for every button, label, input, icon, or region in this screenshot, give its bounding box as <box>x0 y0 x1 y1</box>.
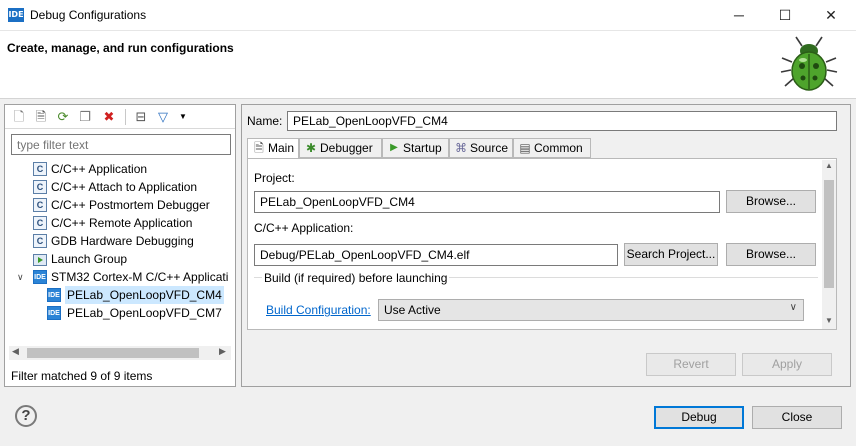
name-label: Name: <box>247 114 283 128</box>
name-input[interactable]: PELab_OpenLoopVFD_CM4 <box>287 111 837 131</box>
bug-icon: ✱ <box>305 141 317 155</box>
tab-main[interactable]: 🗎 Main <box>247 138 299 159</box>
revert-button[interactable]: Revert <box>646 353 736 376</box>
title-bar: IDE Debug Configurations ─ ☐ ✕ <box>0 0 856 31</box>
tree-item-label: C/C++ Postmortem Debugger <box>51 198 210 212</box>
scroll-right-icon[interactable]: ▶ <box>219 346 226 357</box>
horizontal-scrollbar[interactable]: ◀ ▶ <box>9 346 231 360</box>
duplicate-icon[interactable]: ❐ <box>77 109 93 125</box>
new-prototype-icon[interactable]: 🗎 <box>33 109 49 125</box>
application-browse-button[interactable]: Browse... <box>726 243 816 266</box>
project-browse-button[interactable]: Browse... <box>726 190 816 213</box>
tree-item-label: C/C++ Attach to Application <box>51 180 198 194</box>
source-icon: ⌘ <box>455 141 467 155</box>
configuration-list-panel: 🗋 🗎 ⟳ ❐ ✖ ⊟ ▽ ▼ C C/C++ Application C C/… <box>4 104 236 387</box>
application-input[interactable]: Debug/PELab_OpenLoopVFD_CM4.elf <box>254 244 618 266</box>
tab-label: Debugger <box>320 141 373 155</box>
dropdown-icon[interactable]: ▼ <box>175 109 191 125</box>
scrollbar-thumb[interactable] <box>27 348 199 358</box>
export-icon[interactable]: ⟳ <box>55 109 71 125</box>
build-configuration-select[interactable]: Use Active ∨ <box>378 299 804 321</box>
tree-item-label: C/C++ Remote Application <box>51 216 193 230</box>
common-icon: ▤ <box>519 141 531 155</box>
tab-debugger[interactable]: ✱ Debugger <box>299 138 382 158</box>
maximize-button[interactable]: ☐ <box>762 0 808 31</box>
help-icon[interactable]: ? <box>15 405 37 427</box>
tree-item-gdb-hardware[interactable]: C GDB Hardware Debugging <box>5 232 235 250</box>
tab-label: Common <box>534 141 583 155</box>
tree-item-label: Launch Group <box>51 252 128 266</box>
dialog-header: Create, manage, and run configurations <box>0 31 856 99</box>
tree-item-label: PELab_OpenLoopVFD_CM4 <box>65 286 224 304</box>
tree-item-cpp-postmortem[interactable]: C C/C++ Postmortem Debugger <box>5 196 235 214</box>
apply-button[interactable]: Apply <box>742 353 832 376</box>
tab-common[interactable]: ▤ Common <box>513 138 591 158</box>
main-tab-content: Project: PELab_OpenLoopVFD_CM4 Browse...… <box>247 158 837 330</box>
debug-bug-icon <box>780 36 838 91</box>
tree-item-launch-group[interactable]: Launch Group <box>5 250 235 268</box>
c-config-icon: C <box>33 234 47 248</box>
tree-item-label: C/C++ Application <box>51 162 148 176</box>
main-tab-icon: 🗎 <box>254 141 264 155</box>
scroll-down-icon[interactable]: ▼ <box>825 316 833 325</box>
tree-item-pelab-cm7[interactable]: IDE PELab_OpenLoopVFD_CM7 <box>5 304 235 322</box>
c-config-icon: C <box>33 180 47 194</box>
filter-status: Filter matched 9 of 9 items <box>11 369 153 383</box>
tree-item-label: PELab_OpenLoopVFD_CM7 <box>67 306 222 320</box>
launch-group-icon <box>33 253 47 266</box>
tree-item-label: GDB Hardware Debugging <box>51 234 194 248</box>
stm32-ide-icon: IDE <box>47 288 61 302</box>
project-label: Project: <box>254 171 295 185</box>
filter-icon[interactable]: ▽ <box>155 109 171 125</box>
tree-item-cpp-application[interactable]: C C/C++ Application <box>5 160 235 178</box>
tab-label: Source <box>470 141 509 155</box>
collapse-all-icon[interactable]: ⊟ <box>133 109 149 125</box>
minimize-button[interactable]: ─ <box>716 0 762 31</box>
tree-item-pelab-cm4[interactable]: IDE PELab_OpenLoopVFD_CM4 <box>5 286 235 304</box>
toolbar-separator <box>125 109 126 125</box>
delete-icon[interactable]: ✖ <box>101 109 117 125</box>
tree-item-cpp-remote[interactable]: C C/C++ Remote Application <box>5 214 235 232</box>
configuration-editor-panel: Name: PELab_OpenLoopVFD_CM4 🗎 Main ✱ Deb… <box>241 104 851 387</box>
search-project-button[interactable]: Search Project... <box>624 243 718 266</box>
config-toolbar: 🗋 🗎 ⟳ ❐ ✖ ⊟ ▽ ▼ <box>5 105 235 129</box>
tab-startup[interactable]: ▶ Startup <box>382 138 449 158</box>
app-icon: IDE <box>8 8 24 22</box>
close-window-button[interactable]: ✕ <box>808 0 854 31</box>
c-config-icon: C <box>33 198 47 212</box>
new-config-icon[interactable]: 🗋 <box>11 109 27 125</box>
header-title: Create, manage, and run configurations <box>7 41 234 55</box>
build-group-label: Build (if required) before launching <box>262 271 450 285</box>
tree-item-cpp-attach[interactable]: C C/C++ Attach to Application <box>5 178 235 196</box>
chevron-down-icon[interactable]: ∨ <box>17 268 24 286</box>
build-configuration-link[interactable]: Build Configuration: <box>266 303 371 317</box>
tree-item-stm32-cortex-m[interactable]: ∨ IDE STM32 Cortex-M C/C++ Applicati <box>5 268 235 286</box>
project-input[interactable]: PELab_OpenLoopVFD_CM4 <box>254 191 720 213</box>
config-tabs: 🗎 Main ✱ Debugger ▶ Startup ⌘ Source ▤ C… <box>247 138 837 159</box>
stm32-ide-icon: IDE <box>33 270 47 284</box>
debug-button[interactable]: Debug <box>654 406 744 429</box>
scrollbar-thumb[interactable] <box>824 180 834 288</box>
application-label: C/C++ Application: <box>254 221 354 235</box>
tab-label: Startup <box>403 141 442 155</box>
c-config-icon: C <box>33 216 47 230</box>
filter-input[interactable] <box>11 134 231 155</box>
chevron-down-icon: ∨ <box>789 302 797 313</box>
stm32-ide-icon: IDE <box>47 306 61 320</box>
play-icon: ▶ <box>390 142 398 153</box>
tree-item-label: STM32 Cortex-M C/C++ Applicati <box>51 270 229 284</box>
tab-source[interactable]: ⌘ Source <box>449 138 513 158</box>
tab-label: Main <box>268 141 295 155</box>
vertical-scrollbar[interactable]: ▲ ▼ <box>822 160 836 329</box>
close-button[interactable]: Close <box>752 406 842 429</box>
scroll-up-icon[interactable]: ▲ <box>825 161 833 170</box>
c-config-icon: C <box>33 162 47 176</box>
build-configuration-value: Use Active <box>384 303 441 317</box>
window-title: Debug Configurations <box>30 8 147 22</box>
scroll-left-icon[interactable]: ◀ <box>12 346 19 357</box>
